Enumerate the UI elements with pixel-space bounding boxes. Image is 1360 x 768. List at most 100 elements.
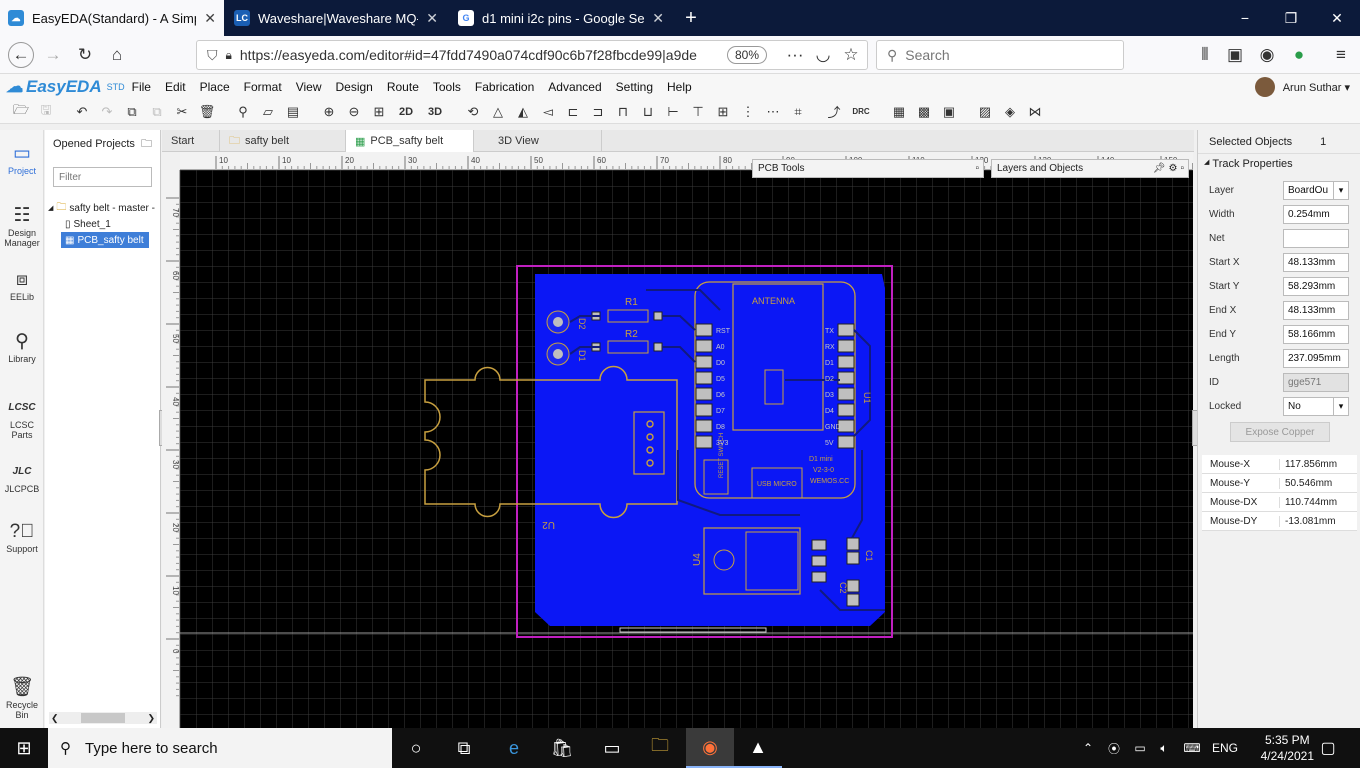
browser-tab-waveshare[interactable]: LC Waveshare|Waveshare MQ-3 G ✕ xyxy=(226,0,446,36)
reload-icon[interactable]: ↻ xyxy=(72,42,98,68)
windows-start-icon[interactable]: ⊞ xyxy=(0,728,48,768)
layers-icon[interactable]: ▤ xyxy=(282,102,304,122)
rail-recycle-bin[interactable]: 🗑︎ Recycle Bin xyxy=(0,676,44,720)
browser-search-box[interactable]: ⚲ Search xyxy=(876,40,1124,70)
property-value-layer[interactable]: BoardOu ▾ xyxy=(1283,180,1349,200)
tab-pcb-safty-belt[interactable]: ▦ PCB_safty belt xyxy=(346,130,474,152)
user-name[interactable]: Arun Suthar ▾ xyxy=(1283,81,1350,94)
rail-support[interactable]: ?⃝ Support xyxy=(0,520,44,554)
layers-stack-icon[interactable]: ◈ xyxy=(999,102,1021,122)
board-icon[interactable]: ▱ xyxy=(257,102,279,122)
notifications-icon[interactable]: ▢ xyxy=(1310,728,1346,768)
menu-format[interactable]: Format xyxy=(237,80,289,94)
property-value-width[interactable]: 0.254mm xyxy=(1283,204,1349,224)
tab-3d-view[interactable]: 3D View xyxy=(474,130,602,152)
scroll-left-icon[interactable]: ❮ xyxy=(51,713,59,724)
volume-icon[interactable]: 🔈︎ xyxy=(1152,728,1176,768)
avatar[interactable] xyxy=(1254,77,1275,97)
minimize-panel-icon[interactable]: ▫ xyxy=(1180,163,1184,174)
scroll-right-icon[interactable]: ❯ xyxy=(147,713,155,724)
chevron-down-icon[interactable]: ▾ xyxy=(1333,397,1348,415)
gerber-icon[interactable]: ▩ xyxy=(913,102,935,122)
zoom-out-icon[interactable]: ⊖ xyxy=(343,102,365,122)
share-icon[interactable]: ⋈ xyxy=(1024,102,1046,122)
align-center-v-icon[interactable]: ⊤ xyxy=(687,102,709,122)
terminal-icon[interactable]: ▭ xyxy=(588,728,636,768)
rail-library[interactable]: ⚲ Library xyxy=(0,330,44,364)
align-left-icon[interactable]: ⊏ xyxy=(562,102,584,122)
redo-icon[interactable]: ↷ xyxy=(96,102,118,122)
page-actions-icon[interactable]: ··· xyxy=(782,42,808,68)
menu-tools[interactable]: Tools xyxy=(426,80,468,94)
expose-copper-button[interactable]: Expose Copper xyxy=(1230,422,1330,442)
account-icon[interactable]: ◉ xyxy=(1254,42,1280,68)
home-icon[interactable]: ⌂ xyxy=(104,42,130,68)
network-icon[interactable]: ▭ xyxy=(1128,728,1152,768)
close-window-button[interactable]: ✕ xyxy=(1314,0,1360,36)
property-value-end-y[interactable]: 58.166mm xyxy=(1283,324,1349,344)
task-view-icon[interactable]: ⧉ xyxy=(440,728,488,768)
taskbar-clock[interactable]: 5:35 PM 4/24/2021 xyxy=(1261,732,1314,764)
menu-view[interactable]: View xyxy=(289,80,329,94)
forward-arrow-icon[interactable]: → xyxy=(40,42,66,68)
tab-start[interactable]: Start xyxy=(162,130,220,152)
rail-lcsc[interactable]: LCSC LCSC Parts xyxy=(0,396,44,440)
horizontal-scrollbar[interactable]: ❮ ❯ xyxy=(49,712,157,724)
lock-icon[interactable]: 🔒︎ xyxy=(226,48,232,63)
property-value-end-x[interactable]: 48.133mm xyxy=(1283,300,1349,320)
property-value-net[interactable] xyxy=(1283,228,1349,248)
firefox-icon[interactable]: ◉ xyxy=(686,728,734,768)
tab-safty-belt[interactable]: 🗀︎ safty belt xyxy=(220,130,346,152)
led-d2[interactable] xyxy=(546,310,570,334)
url-bar[interactable]: ⛉ 🔒︎ https://easyeda.com/editor#id=47fdd… xyxy=(196,40,868,70)
browser-tab-easyeda[interactable]: ☁ EasyEDA(Standard) - A Simple a ✕ xyxy=(0,0,224,36)
menu-fabrication[interactable]: Fabrication xyxy=(468,80,541,94)
property-value-length[interactable]: 237.095mm xyxy=(1283,348,1349,368)
menu-help[interactable]: Help xyxy=(660,80,699,94)
user-menu[interactable]: Arun Suthar ▾ xyxy=(1254,77,1350,97)
rail-eelib[interactable]: ⧈ EELib xyxy=(0,268,44,302)
cortana-icon[interactable]: ○ xyxy=(392,728,440,768)
fit-icon[interactable]: ⊞ xyxy=(368,102,390,122)
new-tab-button[interactable]: + xyxy=(674,0,708,36)
distribute-h-icon[interactable]: ⋮ xyxy=(737,102,759,122)
drc-button[interactable]: DRC xyxy=(848,102,874,122)
pcb-tools-panel[interactable]: PCB Tools ▫ xyxy=(752,159,984,178)
route-icon[interactable]: ⤴ xyxy=(823,102,845,122)
mirror-icon[interactable]: ◭ xyxy=(512,102,534,122)
settings-gear-icon[interactable]: ⚙ xyxy=(1168,163,1177,174)
delete-icon[interactable]: 🗑︎ xyxy=(196,102,218,122)
pcb-canvas[interactable]: R1 R2 D2 D1 ANTENNA U2 U4 U1 C1 C2 D1 mi… xyxy=(180,170,1193,728)
menu-edit[interactable]: Edit xyxy=(158,80,193,94)
cross-probe-icon[interactable]: ⌗ xyxy=(787,102,809,122)
menu-setting[interactable]: Setting xyxy=(609,80,660,94)
pocket-icon[interactable]: ◡ xyxy=(810,42,836,68)
folder-icon[interactable]: 🗀︎ xyxy=(141,135,152,154)
close-tab-icon[interactable]: ✕ xyxy=(204,10,216,27)
send-back-icon[interactable]: ◅ xyxy=(537,102,559,122)
layers-objects-panel[interactable]: Layers and Objects 📌︎ ⚙ ▫ xyxy=(991,159,1189,178)
property-value-start-x[interactable]: 48.133mm xyxy=(1283,252,1349,272)
undo-icon[interactable]: ↶ xyxy=(71,102,93,122)
bom-icon[interactable]: ▦ xyxy=(888,102,910,122)
zoom-level-badge[interactable]: 80% xyxy=(726,46,767,64)
led-d1[interactable] xyxy=(546,342,570,366)
store-icon[interactable]: 🛍︎ xyxy=(538,728,586,768)
paste-icon[interactable]: ⧉ xyxy=(146,102,168,122)
align-grid-icon[interactable]: ⊞ xyxy=(712,102,734,122)
project-filter-input[interactable] xyxy=(53,167,152,187)
minimize-button[interactable]: − xyxy=(1222,0,1268,36)
property-value-start-y[interactable]: 58.293mm xyxy=(1283,276,1349,296)
menu-file[interactable]: File xyxy=(125,80,158,94)
align-center-h-icon[interactable]: ⊢ xyxy=(662,102,684,122)
fabrication-icon[interactable]: ▣ xyxy=(938,102,960,122)
align-right-icon[interactable]: ⊐ xyxy=(587,102,609,122)
back-arrow-icon[interactable]: ← xyxy=(8,42,34,68)
url-text[interactable]: https://easyeda.com/editor#id=47fdd7490a… xyxy=(240,47,697,63)
hamburger-menu-icon[interactable]: ≡ xyxy=(1328,42,1354,68)
menu-design[interactable]: Design xyxy=(328,80,379,94)
language-indicator[interactable]: ENG xyxy=(1208,728,1242,768)
close-tab-icon[interactable]: ✕ xyxy=(652,10,664,27)
zoom-in-icon[interactable]: ⊕ xyxy=(318,102,340,122)
extension-icon[interactable]: ● xyxy=(1286,42,1312,68)
